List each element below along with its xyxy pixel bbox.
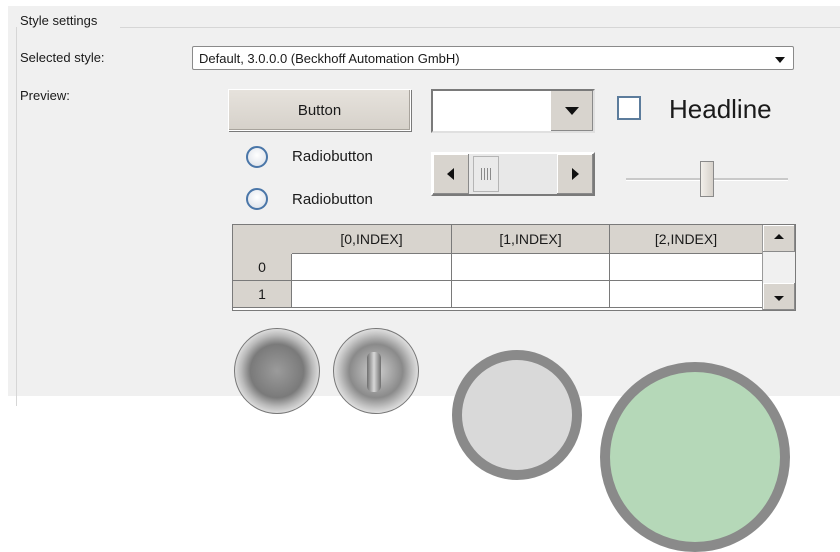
radio-button-2[interactable] [246,188,268,210]
preview-combobox[interactable] [431,89,595,133]
horizontal-scrollbar[interactable] [431,152,595,196]
preview-label: Preview: [20,88,70,103]
group-border-top [120,27,840,28]
preview-checkbox[interactable] [617,96,641,120]
group-title: Style settings [20,13,98,28]
style-select-value: Default, 3.0.0.0 (Beckhoff Automation Gm… [199,51,460,66]
combobox-dropdown-button[interactable] [550,91,593,131]
chevron-down-icon [565,107,579,115]
gauge-green [600,362,790,552]
selected-style-label: Selected style: [20,50,105,65]
radio-button-1[interactable] [246,146,268,168]
grid-corner [233,225,293,255]
preview-button-label: Button [297,101,342,119]
preview-grid[interactable]: [0,INDEX] [1,INDEX] [2,INDEX] 0 1 [232,224,796,311]
grip-icon [481,168,491,180]
grid-cell[interactable] [452,254,610,281]
arrow-down-icon [774,296,784,301]
grid-column-header[interactable]: [0,INDEX] [292,225,452,254]
grid-row-header[interactable]: 1 [233,281,292,308]
push-button-knob[interactable] [234,328,320,414]
toggle-lever [367,352,381,392]
arrow-left-icon [447,168,454,180]
grid-column-header[interactable]: [2,INDEX] [610,225,763,254]
slider-thumb[interactable] [700,161,714,197]
headline-text: Headline [669,94,772,124]
grid-row-header[interactable]: 0 [233,254,292,281]
group-border-left [16,27,17,406]
grid-vertical-scrollbar[interactable] [762,225,795,310]
scroll-down-button[interactable] [763,283,795,310]
radio-button-1-label: Radiobutton [292,148,373,165]
grid-cell[interactable] [610,281,763,308]
scroll-up-button[interactable] [763,225,795,252]
grid-column-header[interactable]: [1,INDEX] [452,225,610,254]
radio-button-2-label: Radiobutton [292,191,373,208]
grid-cell[interactable] [292,254,452,281]
scrollbar-thumb[interactable] [473,156,499,192]
scroll-right-button[interactable] [557,154,593,194]
grid-cell[interactable] [292,281,452,308]
grid-cell[interactable] [610,254,763,281]
scroll-left-button[interactable] [433,154,469,194]
gauge-gray [452,350,582,480]
style-select[interactable]: Default, 3.0.0.0 (Beckhoff Automation Gm… [192,46,794,70]
chevron-down-icon [775,57,785,63]
arrow-up-icon [774,234,784,239]
arrow-right-icon [572,168,579,180]
preview-button[interactable]: Button [228,89,411,131]
grid-cell[interactable] [452,281,610,308]
